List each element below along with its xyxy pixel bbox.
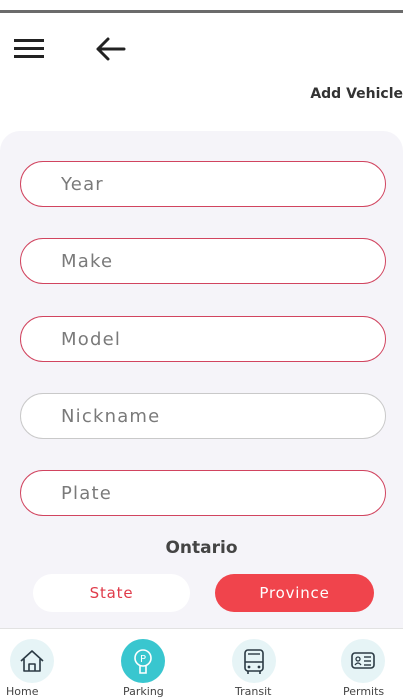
state-toggle-button[interactable]: State [33,574,190,612]
nav-label-home: Home [6,685,39,698]
model-input[interactable] [20,316,386,362]
page-title: Add Vehicle [310,86,403,102]
selected-region-label[interactable]: Ontario [0,538,403,558]
parking-meter-icon: P [121,639,165,683]
hamburger-menu-icon[interactable] [14,38,44,60]
nickname-input[interactable] [20,393,386,439]
nav-item-transit[interactable]: Transit [220,629,300,698]
nav-label-permits: Permits [343,685,385,698]
nav-item-home[interactable]: Home [0,629,80,698]
permit-card-icon [341,639,385,683]
year-input[interactable] [20,161,386,207]
province-toggle-button[interactable]: Province [215,574,374,612]
make-input[interactable] [20,238,386,284]
home-icon [10,639,54,683]
nav-item-parking[interactable]: P Parking [110,629,190,698]
nav-label-transit: Transit [235,685,272,698]
bus-icon [232,639,276,683]
plate-input[interactable] [20,470,386,516]
nav-label-parking: Parking [123,685,164,698]
app-header: Add Vehicle [0,16,403,131]
nav-item-permits[interactable]: Permits [323,629,403,698]
status-bar-divider [0,0,403,13]
svg-text:P: P [140,654,146,665]
arrow-left-icon[interactable] [94,36,126,62]
bottom-navigation: Home P Parking Transit Permits [0,628,403,698]
